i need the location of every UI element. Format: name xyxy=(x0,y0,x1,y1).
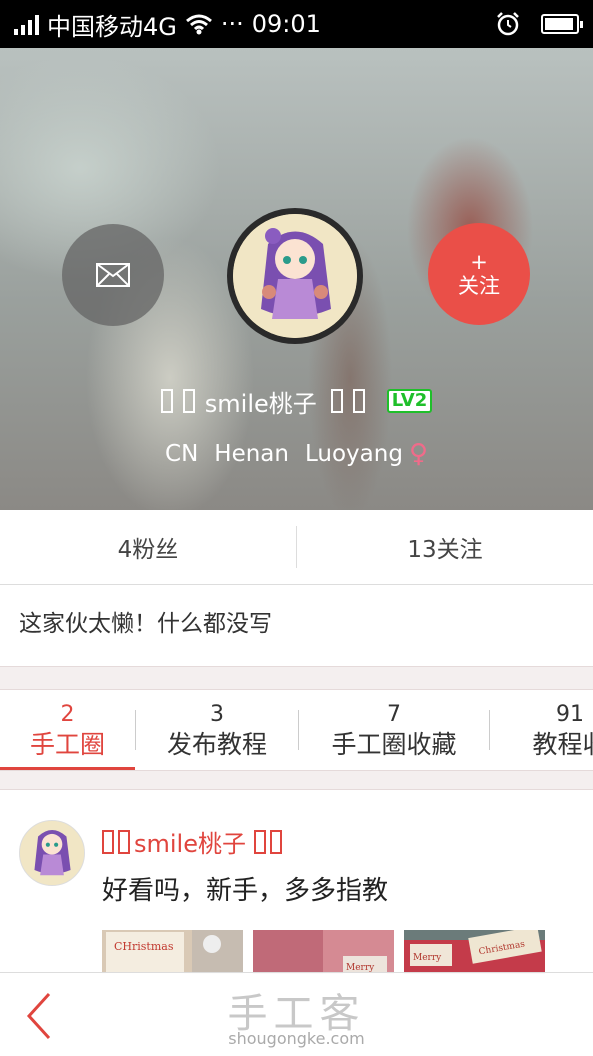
username: smile桃子 xyxy=(204,389,317,418)
thumb-text: Merry xyxy=(413,953,442,963)
wifi-icon xyxy=(185,14,212,35)
location-province: Henan xyxy=(214,441,289,467)
section-divider xyxy=(0,771,593,790)
bio-text: 这家伙太懒！什么都没写 xyxy=(19,611,272,637)
battery-icon xyxy=(541,14,583,34)
bottom-bar: 手工客 shougongke.com xyxy=(0,972,593,1056)
alarm-icon xyxy=(497,12,519,36)
female-icon: ♀ xyxy=(408,439,428,469)
following-stat[interactable]: 13关注 xyxy=(297,510,593,584)
clock: 09:01 xyxy=(251,10,321,38)
stats-row: 4粉丝 13关注 xyxy=(0,510,593,585)
emoji-placeholder-icon xyxy=(118,829,130,854)
carrier-label: 中国移动4G xyxy=(47,12,177,41)
status-bar: 中国移动4G ··· 09:01 xyxy=(0,0,593,48)
tab-handcraft-circle[interactable]: 2 手工圈 xyxy=(0,690,135,770)
location-row: CN Henan Luoyang ♀ xyxy=(0,434,593,474)
username-row: smile桃子 LV2 xyxy=(0,378,593,424)
tab-label: 教程收 xyxy=(532,730,593,759)
location-country: CN xyxy=(165,441,199,467)
follow-label: 关注 xyxy=(458,274,500,298)
emoji-placeholder-icon xyxy=(182,389,195,413)
post-image[interactable]: Merry Christmas xyxy=(404,930,545,974)
thumb-text: CHristmas xyxy=(114,940,174,953)
post-images: CHristmas Merry Merry Christmas xyxy=(102,930,545,974)
post-text: 好看吗，新手，多多指教 xyxy=(102,876,389,906)
post-avatar[interactable] xyxy=(19,820,85,886)
section-divider xyxy=(0,666,593,690)
emoji-placeholder-icon xyxy=(253,829,266,854)
tab-count: 91 xyxy=(556,702,584,727)
followers-stat[interactable]: 4粉丝 xyxy=(0,510,296,584)
post-image[interactable]: Merry xyxy=(253,930,394,974)
brand-domain: shougongke.com xyxy=(228,1029,365,1048)
post-image[interactable]: CHristmas xyxy=(102,930,243,974)
signal-icon xyxy=(14,13,39,35)
follow-button[interactable]: + 关注 xyxy=(428,223,530,325)
tab-count: 3 xyxy=(210,702,224,727)
tab-circle-favorites[interactable]: 7 手工圈收藏 xyxy=(299,690,489,770)
profile-header: + 关注 smile桃子 LV2 CN Henan Luoyang ♀ xyxy=(0,48,593,510)
tab-tutorial-favorites[interactable]: 91 教程收 xyxy=(490,690,593,770)
more-dots: ··· xyxy=(220,10,244,38)
plus-icon: + xyxy=(470,250,488,274)
profile-avatar[interactable] xyxy=(227,208,363,344)
tab-count: 7 xyxy=(387,702,401,727)
tab-label: 手工圈 xyxy=(29,730,105,759)
message-button[interactable] xyxy=(62,224,164,326)
emoji-placeholder-icon xyxy=(352,389,365,413)
level-badge: LV2 xyxy=(386,389,433,413)
profile-tabs: 2 手工圈 3 发布教程 7 手工圈收藏 91 教程收 xyxy=(0,690,593,771)
envelope-icon xyxy=(96,263,130,287)
emoji-placeholder-icon xyxy=(269,829,282,854)
tab-count: 2 xyxy=(60,702,75,727)
emoji-placeholder-icon xyxy=(160,389,173,413)
tab-published-tutorials[interactable]: 3 发布教程 xyxy=(136,690,298,770)
post-author-name: smile桃子 xyxy=(134,830,246,858)
post-author[interactable]: smile桃子 xyxy=(102,824,286,859)
emoji-placeholder-icon xyxy=(102,829,114,854)
tab-label: 手工圈收藏 xyxy=(331,730,457,759)
tab-label: 发布教程 xyxy=(166,730,267,759)
emoji-placeholder-icon xyxy=(330,389,343,413)
location-city: Luoyang xyxy=(304,441,403,467)
